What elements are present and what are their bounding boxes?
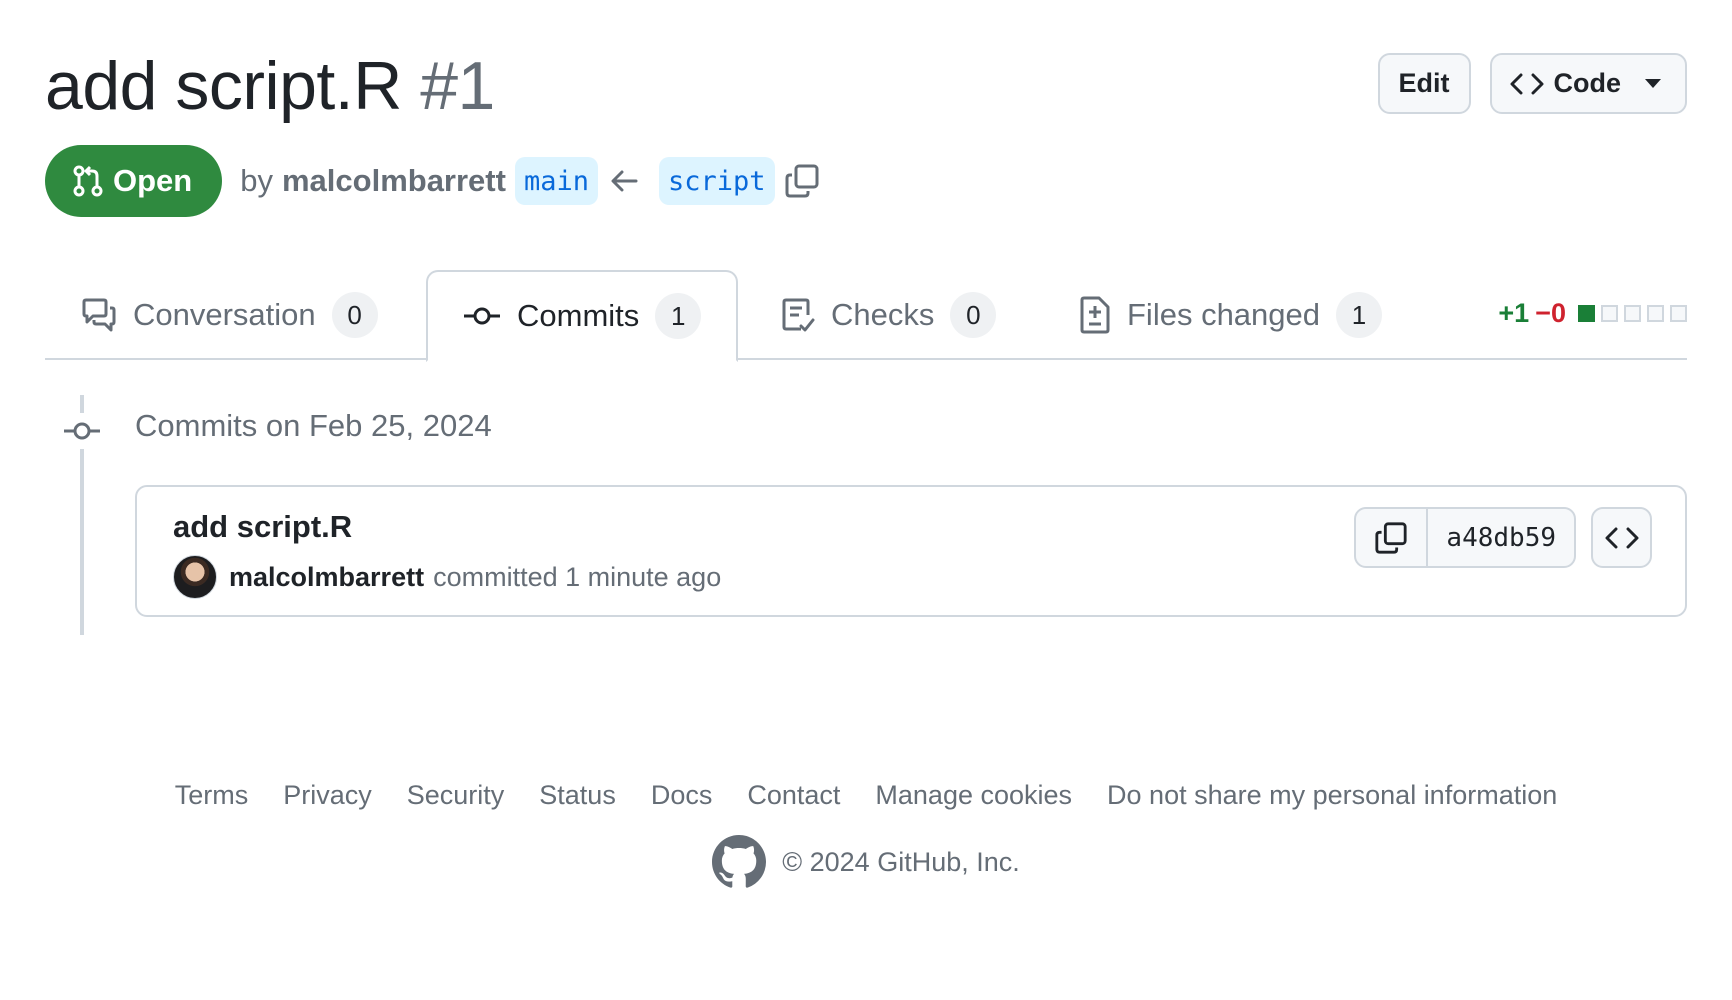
copy-icon[interactable] [784,163,820,199]
copy-sha-button[interactable] [1356,509,1429,566]
diffstat: +1 −0 [1498,298,1687,329]
file-diff-icon [1079,296,1111,334]
git-commit-icon [463,306,501,326]
commit-meta: malcolmbarrett committed 1 minute ago [173,555,721,599]
footer-link-security[interactable]: Security [407,780,505,811]
copy-icon [1374,521,1408,555]
tab-counter: 0 [950,292,997,338]
header-actions: Edit Code [1377,53,1687,114]
commit-item: add script.R malcolmbarrett committed 1 … [135,485,1687,617]
diffstat-block [1578,305,1595,322]
tab-commits[interactable]: Commits 1 [426,270,739,362]
diffstat-block [1601,305,1618,322]
checklist-icon [781,297,815,333]
tab-label: Commits [517,298,640,333]
commit-group-title: Commits on Feb 25, 2024 [135,408,492,443]
commit-message-link[interactable]: add script.R [173,509,352,545]
by-label: by [240,163,273,198]
pr-tabs: Conversation 0 Commits 1 Checks 0 Files … [45,270,1687,362]
head-branch[interactable]: script [658,157,775,205]
diffstat-block [1670,305,1687,322]
tab-counter: 1 [1336,292,1383,338]
state-label: Open [113,163,193,198]
footer-link-terms[interactable]: Terms [175,780,249,811]
edit-button[interactable]: Edit [1377,53,1471,114]
pr-author-link[interactable]: malcolmbarrett [282,163,506,199]
code-icon [1605,526,1639,550]
github-logo-icon[interactable] [712,835,767,889]
code-icon [1510,72,1544,96]
diffstat-block [1624,305,1641,322]
tab-counter: 1 [655,293,702,339]
diffstat-block [1647,305,1664,322]
tab-files-changed[interactable]: Files changed 1 [1079,270,1383,360]
pr-title-text: add script.R [45,48,402,124]
git-commit-icon [62,413,102,449]
footer-link-privacy[interactable]: Privacy [283,780,372,811]
comment-discussion-icon [81,298,117,332]
pr-meta: Open by malcolmbarrett main script [45,145,820,217]
footer-link-status[interactable]: Status [539,780,616,811]
code-dropdown-button[interactable]: Code [1489,53,1687,114]
footer-link-docs[interactable]: Docs [651,780,713,811]
copyright-text: © 2024 GitHub, Inc. [782,846,1020,877]
page-title: add script.R #1 [45,46,495,126]
tab-conversation[interactable]: Conversation 0 [81,270,378,360]
footer-link-contact[interactable]: Contact [747,780,840,811]
commit-sha-link[interactable]: a48db59 [1428,509,1574,566]
tab-label: Files changed [1127,297,1321,332]
diffstat-additions: +1 [1498,298,1530,328]
commit-sha-group: a48db59 [1354,507,1576,568]
browse-repo-button[interactable] [1591,507,1652,568]
tab-checks[interactable]: Checks 0 [781,270,997,360]
pr-number: #1 [420,48,495,124]
code-button-label: Code [1553,68,1622,98]
footer-link-manage-cookies[interactable]: Manage cookies [875,780,1072,811]
avatar[interactable] [173,555,217,599]
tab-label: Checks [831,297,935,332]
tab-label: Conversation [133,297,316,332]
state-badge: Open [45,145,223,217]
footer-copyright: © 2024 GitHub, Inc. [0,835,1732,889]
diffstat-deletions: −0 [1535,298,1566,328]
footer-link-do-not-share[interactable]: Do not share my personal information [1107,780,1557,811]
base-branch[interactable]: main [514,157,598,205]
triangle-down-icon [1645,78,1661,89]
git-pull-request-icon [73,165,103,197]
footer-links: Terms Privacy Security Status Docs Conta… [0,780,1732,811]
tab-counter: 0 [331,292,378,338]
commit-timestamp: committed 1 minute ago [433,561,722,592]
arrow-left-icon [610,169,638,193]
edit-button-label: Edit [1398,68,1450,98]
commit-author-link[interactable]: malcolmbarrett [229,562,424,593]
